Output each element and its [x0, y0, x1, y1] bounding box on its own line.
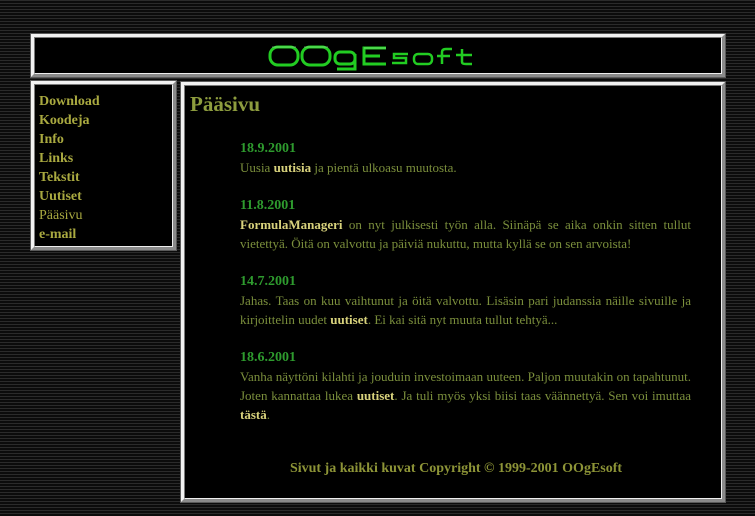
news-date: 14.7.2001 [240, 274, 296, 289]
nav-link-paasivu-current: Pääsivu [39, 208, 83, 223]
uutiset-link[interactable]: uutiset [357, 388, 395, 403]
uutiset-link[interactable]: uutiset [330, 312, 368, 327]
uutisia-link[interactable]: uutisia [274, 160, 312, 175]
content-panel: Pääsivu 18.9.2001 Uusia uutisia ja pient… [180, 81, 726, 503]
news-date: 18.9.2001 [240, 141, 296, 156]
news-item: 18.6.2001 Vanha näyttöni kilahti ja joud… [240, 348, 691, 424]
news-text: FormulaManageri on nyt julkisesti työn a… [240, 215, 691, 253]
nav-link-download[interactable]: Download [39, 92, 173, 111]
nav-link-tekstit[interactable]: Tekstit [39, 168, 173, 187]
news-list: 18.9.2001 Uusia uutisia ja pientä ulkoas… [240, 139, 691, 443]
news-text: Vanha näyttöni kilahti ja jouduin invest… [240, 367, 691, 424]
header-banner [30, 33, 726, 78]
news-text: Jahas. Taas on kuu vaihtunut ja öitä val… [240, 291, 691, 329]
page-title: Pääsivu [190, 92, 261, 116]
news-date: 18.6.2001 [240, 350, 296, 365]
nav-link-koodeja[interactable]: Koodeja [39, 111, 173, 130]
news-item: 11.8.2001 FormulaManageri on nyt julkise… [240, 196, 691, 253]
tasta-link[interactable]: tästä [240, 407, 267, 422]
news-text-part: Uusia [240, 160, 274, 175]
nav-link-email[interactable]: e-mail [39, 225, 173, 244]
news-text-part: . [266, 407, 270, 422]
nav-list: Download Koodeja Info Links Tekstit Uuti… [34, 84, 173, 244]
nav-link-uutiset[interactable]: Uutiset [39, 187, 173, 206]
news-item: 18.9.2001 Uusia uutisia ja pientä ulkoas… [240, 139, 691, 177]
news-text: Uusia uutisia ja pientä ulkoasu muutosta… [240, 158, 691, 177]
side-navigation: Download Koodeja Info Links Tekstit Uuti… [30, 80, 177, 251]
oogesoft-logo[interactable] [266, 42, 522, 72]
nav-link-info[interactable]: Info [39, 130, 173, 149]
news-text-part: ja pientä ulkoasu muutosta. [311, 160, 457, 175]
news-text-part: . Ei kai sitä nyt muuta tullut tehtyä... [367, 312, 558, 327]
news-item: 14.7.2001 Jahas. Taas on kuu vaihtunut j… [240, 272, 691, 329]
news-text-part: . Ja tuli myös yksi biisi taas väännetty… [394, 388, 691, 403]
copyright-footer: Sivut ja kaikki kuvat Copyright © 1999-2… [289, 461, 623, 476]
news-date: 11.8.2001 [240, 198, 296, 213]
nav-link-links[interactable]: Links [39, 149, 173, 168]
formulamanageri-link[interactable]: FormulaManageri [240, 217, 343, 232]
